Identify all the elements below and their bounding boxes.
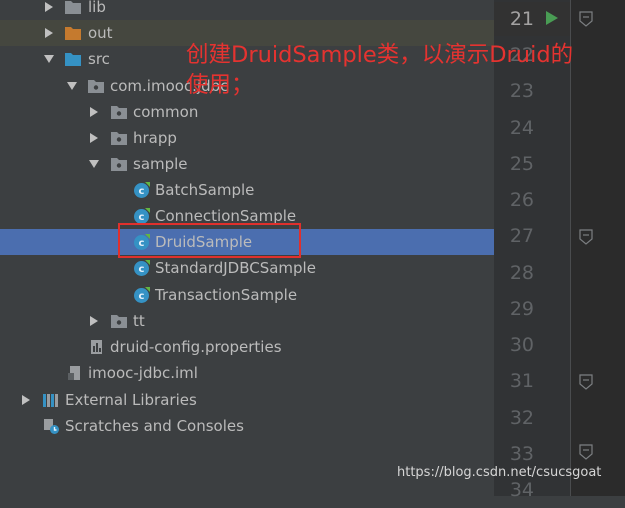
tree-item-sample[interactable]: sample [0,151,494,177]
tree-item-label: lib [88,0,106,16]
tree-item-common[interactable]: common [0,99,494,125]
line-number[interactable]: 26 [494,182,534,218]
tree-item-transactionsample[interactable]: c TransactionSample [0,282,494,308]
excluded-folder-icon [64,24,82,42]
tree-item-batchsample[interactable]: c BatchSample [0,177,494,203]
tree-item-label: sample [133,155,188,173]
watermark-text: https://blog.csdn.net/csucsgoat [397,465,602,480]
folder-icon [64,0,82,16]
scratches-icon [42,417,60,435]
iml-file-icon [66,364,84,382]
fold-marker-icon[interactable] [579,444,593,460]
tree-item-druid-config-properties[interactable]: druid-config.properties [0,334,494,360]
fold-marker-icon[interactable] [579,11,593,27]
tree-item-external-libraries[interactable]: External Libraries [0,387,494,413]
package-icon [110,155,128,173]
svg-text:c: c [139,186,145,197]
line-number[interactable]: 32 [494,400,534,436]
fold-marker-icon[interactable] [579,229,593,245]
package-icon [110,312,128,330]
chevron-right-icon[interactable] [88,125,100,151]
chevron-down-icon[interactable] [88,151,100,177]
tree-item-label: common [133,103,199,121]
tree-item-standardjdbcsample[interactable]: c StandardJDBCSample [0,255,494,281]
chevron-right-icon[interactable] [88,308,100,334]
tree-item-lib[interactable]: lib [0,0,494,20]
package-icon [87,77,105,95]
highlight-box [118,223,301,258]
external-libraries-icon [42,391,60,409]
tree-item-hrapp[interactable]: hrapp [0,125,494,151]
line-number[interactable]: 21 [494,1,534,37]
run-icon[interactable] [545,10,559,26]
svg-text:c: c [139,212,145,223]
chevron-right-icon[interactable] [43,20,55,46]
tree-item-label: TransactionSample [155,286,298,304]
svg-text:c: c [139,291,145,302]
tree-item-label: src [88,50,110,68]
fold-marker-icon[interactable] [579,374,593,390]
tree-item-label: Scratches and Consoles [65,417,244,435]
tree-item-tt[interactable]: tt [0,308,494,334]
tree-item-label: tt [133,312,145,330]
tree-item-label: StandardJDBCSample [155,259,316,277]
tree-item-label: druid-config.properties [110,338,282,356]
line-number[interactable]: 25 [494,146,534,182]
tree-item-label: imooc-jdbc.iml [88,364,198,382]
chevron-right-icon[interactable] [43,0,55,20]
chevron-right-icon[interactable] [20,387,32,413]
tree-item-label: out [88,24,113,42]
line-number[interactable]: 29 [494,291,534,327]
java-class-icon: c [133,181,151,199]
line-number[interactable]: 28 [494,255,534,291]
tree-item-label: hrapp [133,129,177,147]
tree-item-label: External Libraries [65,391,197,409]
chevron-down-icon[interactable] [43,46,55,72]
svg-text:c: c [139,264,145,275]
line-number[interactable]: 24 [494,110,534,146]
tree-item-label: BatchSample [155,181,255,199]
properties-file-icon [88,338,106,356]
package-icon [110,103,128,121]
line-number[interactable]: 31 [494,363,534,399]
java-class-icon: c [133,286,151,304]
line-number[interactable]: 27 [494,218,534,254]
java-class-icon: c [133,259,151,277]
chevron-right-icon[interactable] [88,99,100,125]
line-number[interactable]: 30 [494,327,534,363]
chevron-down-icon[interactable] [66,73,78,99]
annotation-text: 创建DruidSample类，以演示Druid的使用； [186,42,574,98]
tree-item-imooc-jdbc-iml[interactable]: imooc-jdbc.iml [0,360,494,386]
tree-item-scratches-and-consoles[interactable]: Scratches and Consoles [0,413,494,439]
source-folder-icon [64,50,82,68]
package-icon [110,129,128,147]
